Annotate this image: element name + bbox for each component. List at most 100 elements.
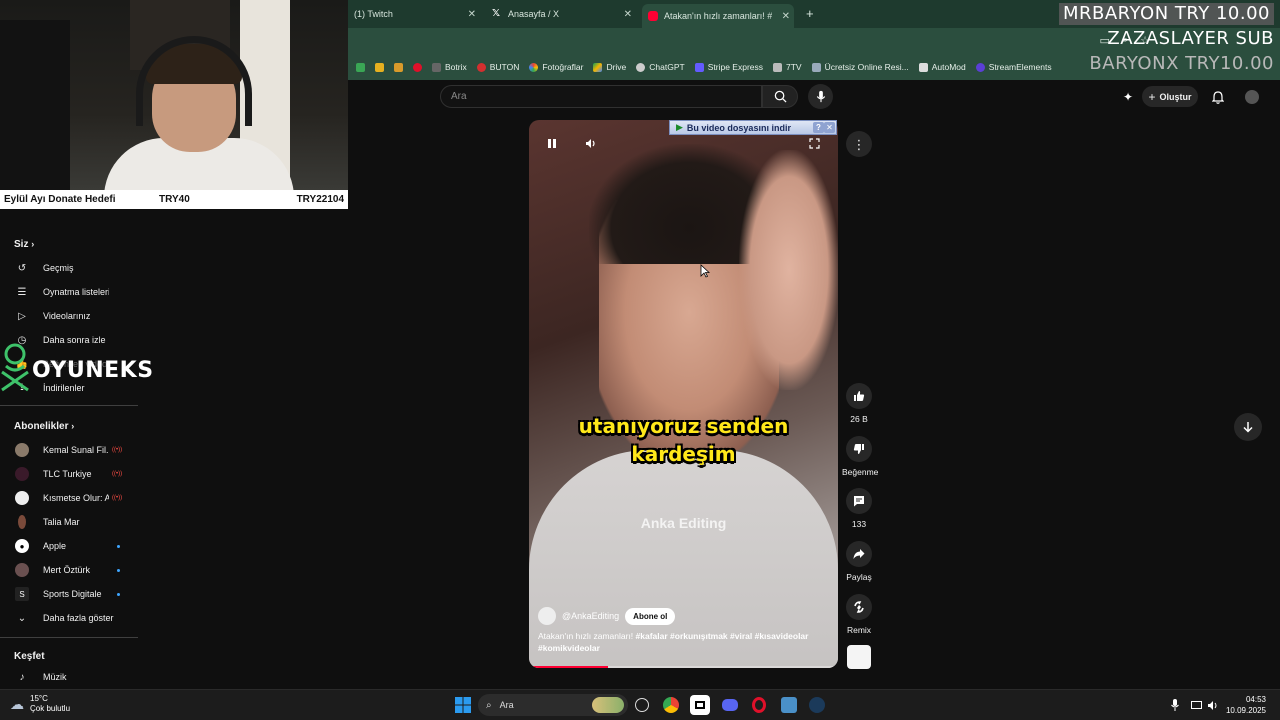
bookmark-7tv[interactable]: 7TV <box>773 62 802 72</box>
channel-avatar[interactable] <box>538 607 556 625</box>
close-icon[interactable]: ✕ <box>468 9 476 20</box>
sidebar-sub-5[interactable]: Mert Öztürk <box>0 560 140 580</box>
close-icon[interactable]: ✕ <box>782 11 790 22</box>
webcam-chair <box>0 20 70 190</box>
volume-button[interactable] <box>583 135 599 151</box>
share-icon <box>846 541 872 567</box>
tab-x[interactable]: 𝕏 Anasayfa / X ✕ <box>486 4 636 24</box>
close-icon[interactable]: ✕ <box>824 122 835 133</box>
shorts-video-player[interactable]: utanıyoruz senden kardeşim Anka Editing … <box>529 120 838 668</box>
bookmark-icon <box>476 62 486 72</box>
bookmark-automod[interactable]: AutoMod <box>918 62 966 72</box>
sidebar-item-history[interactable]: ↺ Geçmiş <box>0 258 140 278</box>
video-progress-bar[interactable] <box>533 666 833 668</box>
chatgpt-icon <box>636 62 646 72</box>
voice-search-button[interactable] <box>808 84 833 109</box>
microphone-icon[interactable] <box>1168 698 1182 712</box>
sidebar-item-your-videos[interactable]: ▷ Videolarınız <box>0 306 140 326</box>
video-description[interactable]: Atakan'ın hızlı zamanları! #kafalar #ork… <box>538 630 828 654</box>
bookmark-icon[interactable] <box>356 62 365 72</box>
mouse-cursor-icon <box>700 264 710 278</box>
cloud-icon: ☁ <box>10 696 24 712</box>
gemini-icon[interactable]: ✦ <box>1119 88 1137 106</box>
account-avatar[interactable] <box>1243 88 1261 106</box>
next-video-button[interactable] <box>1234 413 1262 441</box>
more-options-button[interactable]: ⋮ <box>846 131 872 157</box>
remix-button[interactable]: Remix <box>842 594 876 635</box>
oyuneks-logo-text: OYUNEKS <box>32 358 154 383</box>
remix-icon <box>846 594 872 620</box>
windows-start-icon[interactable] <box>453 695 473 715</box>
sidebar-sub-2[interactable]: Kısmetse Olur: A... ((•)) <box>0 488 140 508</box>
sidebar-sub-3[interactable]: Talia Mar <box>0 512 140 532</box>
bookmark-streamelements[interactable]: StreamElements <box>975 62 1052 72</box>
search-button[interactable] <box>762 85 798 108</box>
bookmark-photos[interactable]: Fotoğraflar <box>529 62 583 72</box>
weather-condition: Çok bulutlu <box>30 704 71 713</box>
sidebar-item-playlists[interactable]: ☰ Oynatma listeleri <box>0 282 140 302</box>
thumbs-down-icon <box>846 436 872 462</box>
bookmark-buton[interactable]: BUTON <box>476 62 519 72</box>
bookmark-icon[interactable] <box>394 62 403 72</box>
channel-handle[interactable]: @AnkaEditing <box>562 611 619 621</box>
bookmark-stripe[interactable]: Stripe Express <box>694 62 763 72</box>
new-content-dot <box>117 568 120 572</box>
tab-label: Anasayfa / X <box>508 9 560 19</box>
bookmark-botrix[interactable]: Botrix <box>432 62 467 72</box>
capcut-icon[interactable] <box>690 695 710 715</box>
playlist-icon: ☰ <box>17 286 27 298</box>
tab-twitch[interactable]: (1) Twitch ✕ <box>348 4 480 24</box>
bookmark-drive[interactable]: Drive <box>593 62 626 72</box>
close-icon[interactable]: ✕ <box>624 9 632 20</box>
thumbs-up-icon <box>846 383 872 409</box>
tab-label: Atakan'ın hızlı zamanları! # <box>664 11 773 21</box>
sidebar-sub-0[interactable]: Kemal Sunal Fil... ((•)) <box>0 440 140 460</box>
network-icon[interactable] <box>1189 698 1203 712</box>
microphone-icon <box>816 90 825 103</box>
sidebar-sub-4[interactable]: ● Apple <box>0 536 140 556</box>
bookmark-resize[interactable]: Ücretsiz Online Resi... <box>811 62 909 72</box>
comments-button[interactable]: 133 <box>842 488 876 529</box>
help-icon[interactable]: ? <box>813 122 824 133</box>
subscribe-button[interactable]: Abone ol <box>625 607 676 625</box>
volume-icon[interactable] <box>1206 698 1220 712</box>
sidebar-sub-6[interactable]: S Sports Digitale <box>0 584 140 604</box>
share-button[interactable]: Paylaş <box>842 541 876 582</box>
7tv-icon <box>773 62 783 72</box>
opera-gx-icon[interactable] <box>749 695 769 715</box>
taskbar-search[interactable]: ⌕ Ara <box>478 694 628 716</box>
download-video-banner[interactable]: ▶ Bu video dosyasını indir ? ✕ <box>669 120 837 135</box>
task-view-icon[interactable] <box>632 695 652 715</box>
sidebar-sub-1[interactable]: TLC Turkiye ((•)) <box>0 464 140 484</box>
bookmark-chatgpt[interactable]: ChatGPT <box>636 62 685 72</box>
steam-icon[interactable] <box>807 695 827 715</box>
sidebar-subscriptions-header[interactable]: Abonelikler › <box>14 421 74 432</box>
chrome-icon[interactable] <box>661 695 681 715</box>
overlay-alert-2: ZAZASLAYER SUB <box>1107 28 1274 49</box>
opera-icon[interactable] <box>413 62 422 72</box>
weather-widget[interactable]: ☁ 15°C Çok bulutlu <box>10 694 70 714</box>
discord-icon[interactable] <box>720 695 740 715</box>
sidebar-divider <box>0 405 138 406</box>
bookmark-icon[interactable] <box>375 62 384 72</box>
x-logo-icon: 𝕏 <box>492 8 501 19</box>
chevron-down-icon: ⌄ <box>17 612 27 624</box>
sidebar-item-music[interactable]: ♪ Müzik <box>0 667 140 687</box>
new-content-dot <box>117 544 120 548</box>
app-icon[interactable] <box>779 695 799 715</box>
sidebar-show-more[interactable]: ⌄ Daha fazla göster <box>0 608 140 628</box>
sidebar-you-header[interactable]: Siz › <box>14 239 34 250</box>
new-tab-button[interactable]: + <box>806 6 814 21</box>
search-input[interactable]: Ara <box>440 85 762 108</box>
tab-youtube[interactable]: Atakan'ın hızlı zamanları! # ✕ <box>642 4 794 28</box>
notifications-bell-icon[interactable] <box>1209 88 1227 106</box>
clock[interactable]: 04:53 10.09.2025 <box>1226 694 1266 716</box>
like-button[interactable]: 26 B <box>842 383 876 424</box>
create-button[interactable]: + Oluştur <box>1142 86 1198 107</box>
fullscreen-button[interactable] <box>806 135 822 151</box>
pause-button[interactable] <box>544 135 560 151</box>
live-icon: ((•)) <box>112 471 123 477</box>
dislike-button[interactable]: Beğenme <box>842 436 878 477</box>
channel-thumbnail[interactable] <box>847 645 871 669</box>
video-caption: utanıyoruz senden kardeşim <box>578 414 789 466</box>
